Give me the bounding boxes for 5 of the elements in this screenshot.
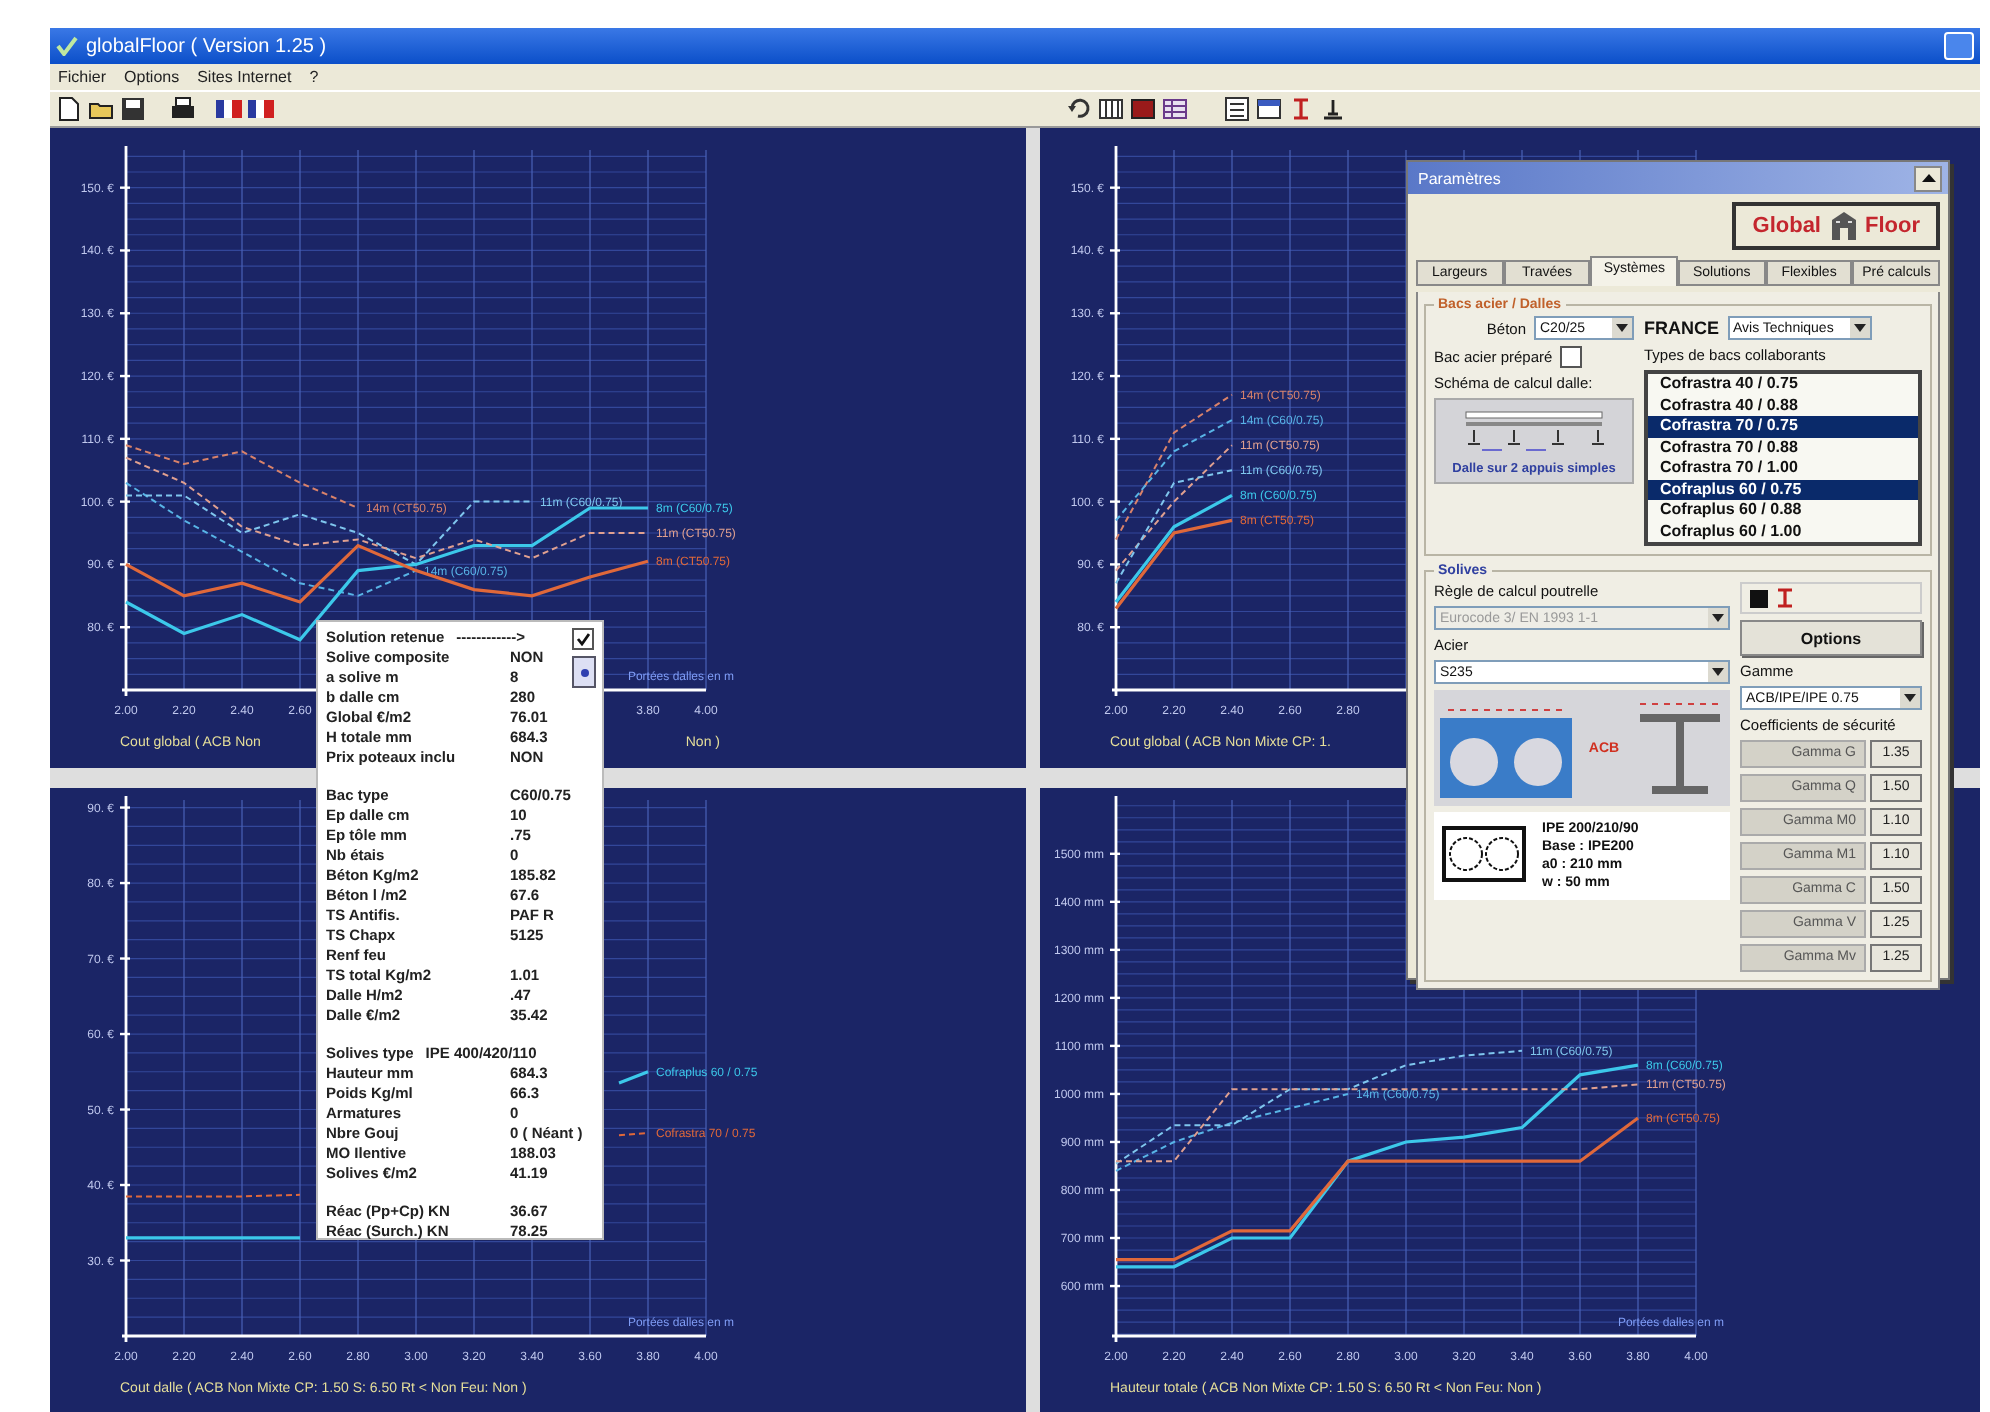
logo-text: Global	[1752, 214, 1821, 238]
window-title: Paramètres	[1418, 169, 1501, 187]
logo-text: Floor	[1865, 214, 1920, 238]
country-label: FRANCE	[1644, 318, 1719, 338]
window-title: globalFloor ( Version 1.25 )	[86, 35, 327, 57]
